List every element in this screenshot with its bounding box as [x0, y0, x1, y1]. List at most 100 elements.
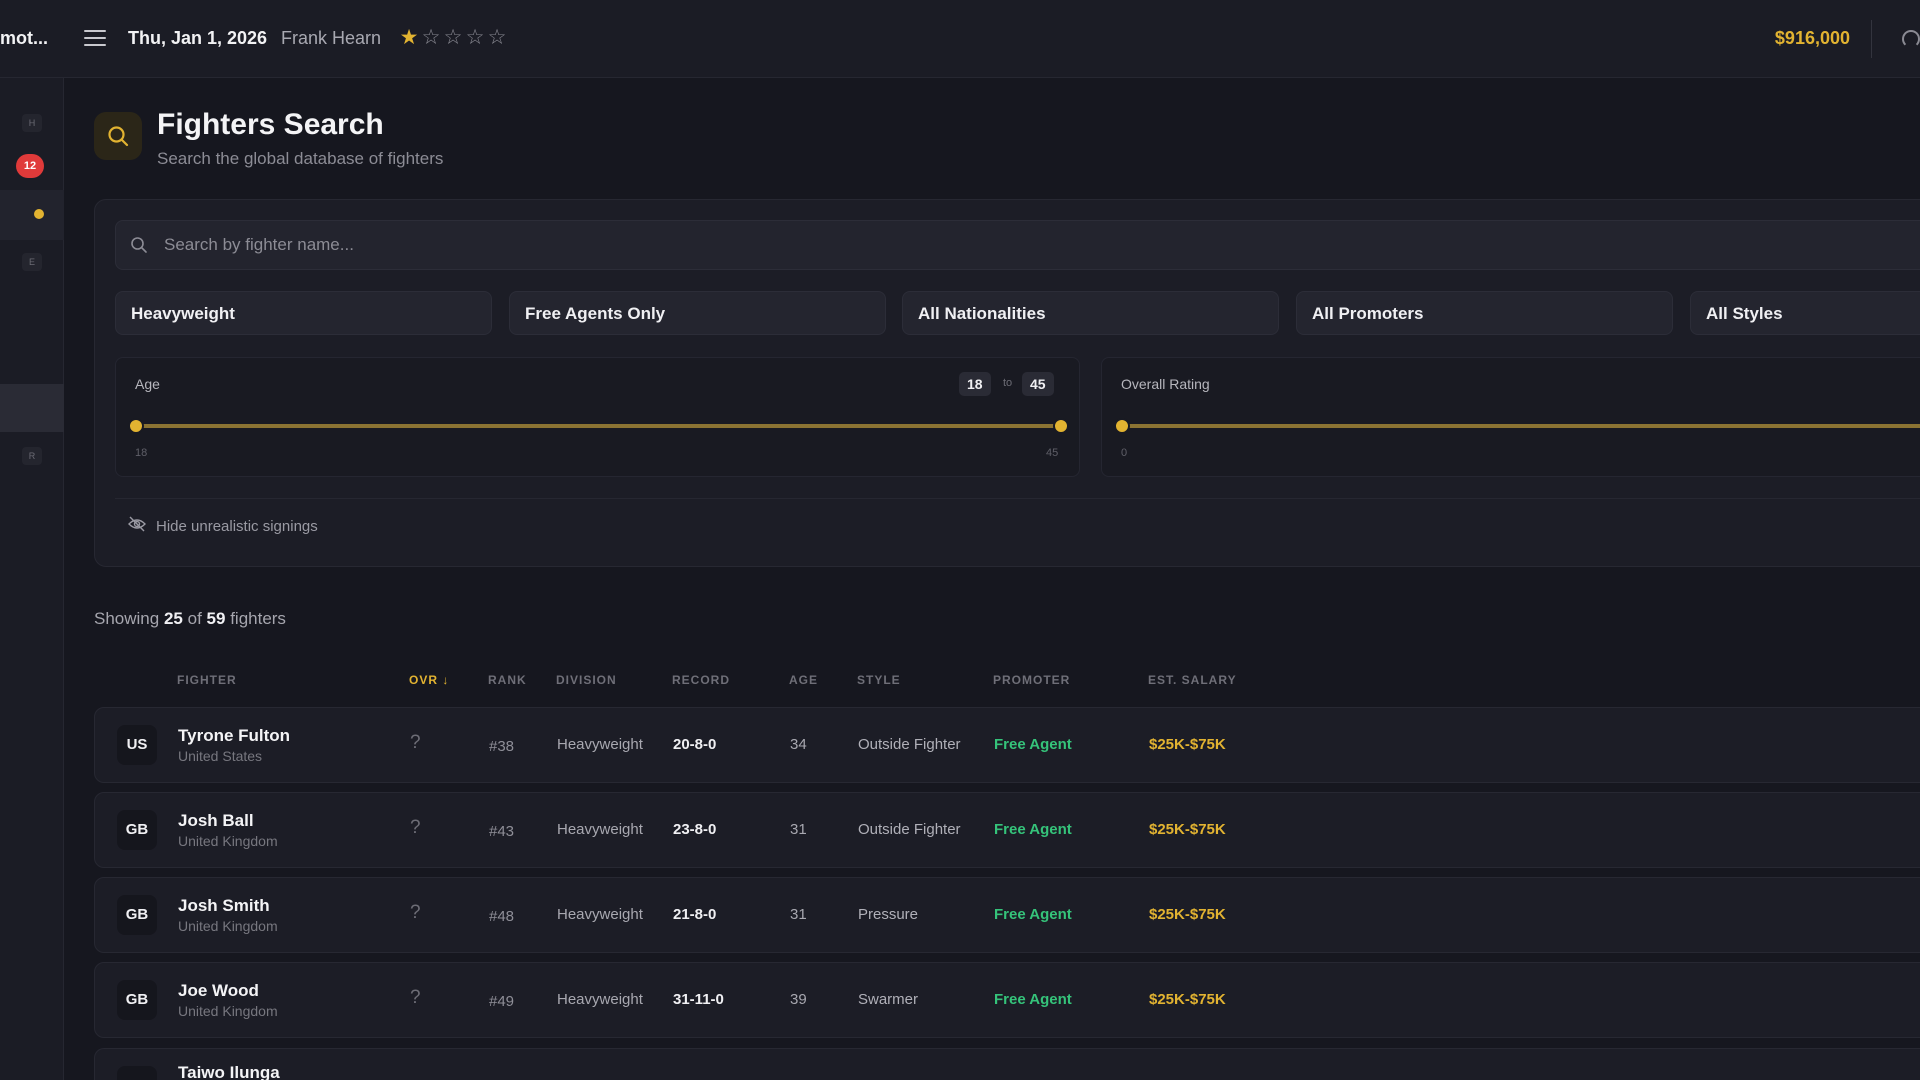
star-icon: ☆	[465, 26, 485, 49]
age-slider-track[interactable]	[135, 424, 1060, 428]
app-root: mot... Thu, Jan 1, 2026 Frank Hearn ★ ☆ …	[0, 0, 1920, 1080]
flag-badge	[117, 1066, 157, 1080]
search-icon	[94, 112, 142, 160]
flag-badge: GB	[117, 810, 157, 850]
fighter-record: 31-11-0	[673, 991, 724, 1008]
style-select[interactable]: All Styles	[1690, 291, 1920, 335]
gauge-icon[interactable]	[1902, 30, 1920, 48]
table-row[interactable]: GB Josh Ball United Kingdom ? #43 Heavyw…	[94, 792, 1920, 868]
sidebar-item-active[interactable]	[0, 190, 64, 240]
fighter-salary: $25K-$75K	[1149, 736, 1226, 753]
col-header-division[interactable]: DIVISION	[556, 673, 617, 687]
fighter-style: Pressure	[858, 906, 919, 923]
fighter-promoter: Free Agent	[994, 906, 1072, 923]
col-header-age[interactable]: AGE	[789, 673, 818, 687]
table-row[interactable]: Taiwo Ilunga	[94, 1048, 1920, 1080]
promoter-select[interactable]: All Promoters	[1296, 291, 1673, 335]
fighter-promoter: Free Agent	[994, 821, 1072, 838]
star-icon: ☆	[443, 26, 463, 49]
flag-badge: GB	[117, 895, 157, 935]
results-count: Showing 25 of 59 fighters	[94, 609, 286, 629]
reputation-stars: ★ ☆ ☆ ☆ ☆	[399, 26, 507, 50]
rating-range-min: 0	[1121, 447, 1128, 459]
table-row[interactable]: GB Joe Wood United Kingdom ? #49 Heavywe…	[94, 962, 1920, 1038]
fighter-name[interactable]: Josh Smith	[178, 896, 270, 916]
col-header-record[interactable]: RECORD	[672, 673, 730, 687]
active-dot-icon	[34, 209, 44, 219]
search-field[interactable]	[115, 220, 1920, 270]
col-header-style[interactable]: STYLE	[857, 673, 901, 687]
fighter-style: Swarmer	[858, 991, 919, 1008]
fighter-salary: $25K-$75K	[1149, 991, 1226, 1008]
fighter-nationality: United States	[178, 748, 263, 764]
table-row[interactable]: GB Josh Smith United Kingdom ? #48 Heavy…	[94, 877, 1920, 953]
age-slider-max-handle[interactable]	[1053, 418, 1069, 434]
sidebar-shortcut-e[interactable]: E	[22, 253, 42, 271]
menu-icon[interactable]	[84, 30, 106, 48]
age-high-value[interactable]: 45	[1022, 372, 1054, 396]
fighter-age: 31	[790, 906, 807, 923]
manager-name: Frank Hearn	[281, 28, 382, 48]
age-range-panel: Age 18 to 45 18 45	[115, 357, 1080, 477]
age-range-min: 18	[135, 447, 148, 459]
col-header-ovr[interactable]: OVR ↓	[409, 673, 449, 687]
range-to-label: to	[1003, 377, 1013, 389]
page-subtitle: Search the global database of fighters	[157, 149, 444, 168]
search-input[interactable]	[164, 221, 1864, 269]
fighter-rank: #49	[489, 993, 515, 1010]
fighter-ovr: ?	[410, 987, 421, 1008]
star-icon: ☆	[487, 26, 507, 49]
results-of: of	[187, 609, 202, 628]
fighter-ovr: ?	[410, 732, 421, 753]
fighter-division: Heavyweight	[557, 821, 643, 838]
fighter-style: Outside Fighter	[858, 821, 961, 838]
col-header-rank[interactable]: RANK	[488, 673, 527, 687]
hide-unrealistic-toggle[interactable]: Hide unrealistic signings	[128, 514, 318, 538]
sidebar-shortcut-h[interactable]: H	[22, 114, 42, 132]
col-header-salary[interactable]: EST. SALARY	[1148, 673, 1237, 687]
topbar-divider	[1871, 20, 1872, 58]
fighter-rank: #43	[489, 823, 515, 840]
fighter-nationality: United Kingdom	[178, 918, 278, 934]
weight-class-select[interactable]: Heavyweight	[115, 291, 492, 335]
results-shown: 25	[163, 609, 183, 628]
age-slider-min-handle[interactable]	[128, 418, 144, 434]
flag-badge: US	[117, 725, 157, 765]
fighter-name[interactable]: Tyrone Fulton	[178, 726, 290, 746]
age-range-max: 45	[1046, 447, 1059, 459]
age-low-value[interactable]: 18	[959, 372, 991, 396]
sidebar-item-highlight[interactable]	[0, 384, 64, 432]
filter-divider	[115, 498, 1920, 499]
col-header-promoter[interactable]: PROMOTER	[993, 673, 1070, 687]
flag-badge: GB	[117, 980, 157, 1020]
nationality-select[interactable]: All Nationalities	[902, 291, 1279, 335]
top-bar: mot... Thu, Jan 1, 2026 Frank Hearn ★ ☆ …	[0, 0, 1920, 78]
fighter-division: Heavyweight	[557, 906, 643, 923]
notification-badge[interactable]: 12	[16, 154, 44, 178]
col-header-fighter[interactable]: FIGHTER	[177, 673, 237, 687]
rating-range-panel: Overall Rating 0	[1101, 357, 1920, 477]
table-row[interactable]: US Tyrone Fulton United States ? #38 Hea…	[94, 707, 1920, 783]
page-title: Fighters Search	[157, 108, 384, 141]
fighter-name[interactable]: Taiwo Ilunga	[178, 1063, 280, 1080]
availability-select[interactable]: Free Agents Only	[509, 291, 886, 335]
fighter-rank: #38	[489, 738, 515, 755]
fighter-nationality: United Kingdom	[178, 833, 278, 849]
brand-name[interactable]: mot...	[0, 28, 60, 49]
rating-slider-track[interactable]	[1121, 424, 1920, 428]
rating-slider-min-handle[interactable]	[1114, 418, 1130, 434]
fighter-ovr: ?	[410, 817, 421, 838]
results-prefix: Showing	[94, 609, 160, 628]
fighter-record: 20-8-0	[673, 736, 717, 753]
fighter-name[interactable]: Josh Ball	[178, 811, 254, 831]
results-suffix: fighters	[230, 609, 286, 628]
rating-range-label: Overall Rating	[1121, 376, 1210, 392]
fighter-name[interactable]: Joe Wood	[178, 981, 259, 1001]
fighter-age: 39	[790, 991, 807, 1008]
fighter-nationality: United Kingdom	[178, 1003, 278, 1019]
sidebar-shortcut-r[interactable]: R	[22, 447, 42, 465]
bank-balance: $916,000	[1774, 28, 1850, 48]
search-icon	[130, 236, 148, 259]
fighter-age: 34	[790, 736, 807, 753]
fighter-salary: $25K-$75K	[1149, 821, 1226, 838]
